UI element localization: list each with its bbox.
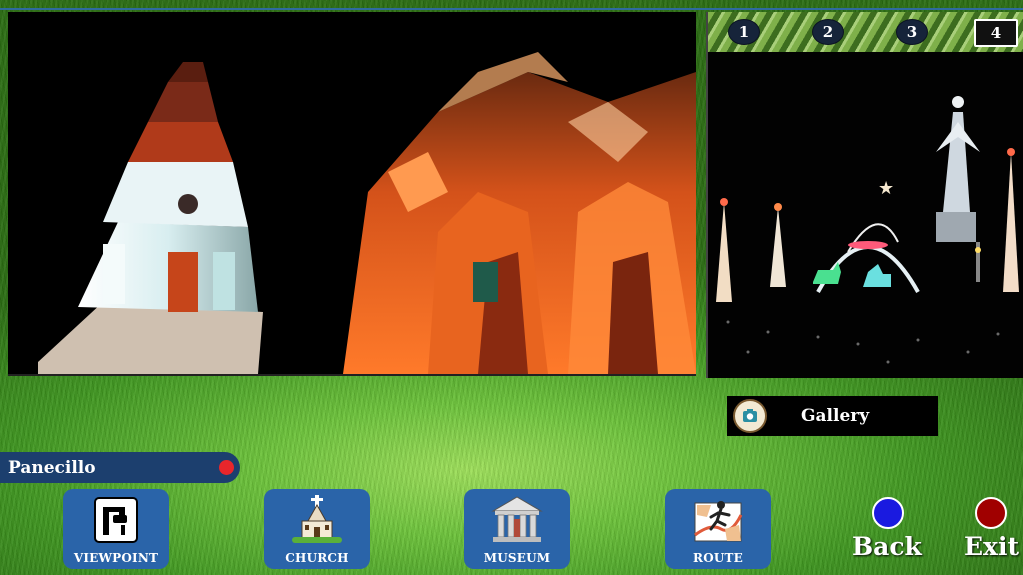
gallery-button[interactable]: Gallery	[727, 396, 938, 436]
route-button[interactable]: ROUTE	[665, 489, 771, 569]
location-label-bar: Panecillo	[0, 452, 240, 483]
top-border	[0, 8, 1023, 10]
museum-label: MUSEUM	[483, 551, 551, 565]
church-button[interactable]: CHURCH	[264, 489, 370, 569]
location-marker-icon	[219, 460, 234, 475]
location-name: Panecillo	[8, 457, 96, 478]
church-icon	[292, 495, 342, 543]
museum-button[interactable]: MUSEUM	[464, 489, 570, 569]
back-button-icon[interactable]	[872, 497, 904, 529]
thumbnail-button-4[interactable]: 4	[974, 19, 1018, 47]
app-screen: 1 2 3 4 ★ Gallery Panecillo VIEWPOINT CH…	[0, 0, 1023, 575]
thumbnail-button-1[interactable]: 1	[728, 19, 760, 45]
gallery-icon	[733, 399, 767, 433]
main-video-view[interactable]	[8, 12, 696, 376]
route-label: ROUTE	[693, 551, 743, 565]
night-lights-preview-image[interactable]: ★	[708, 52, 1023, 378]
church-label: CHURCH	[285, 551, 349, 565]
night-church-image	[8, 12, 696, 374]
exit-button-label[interactable]: Exit	[964, 532, 1019, 561]
viewpoint-button[interactable]: VIEWPOINT	[63, 489, 169, 569]
exit-button-icon[interactable]	[975, 497, 1007, 529]
viewpoint-label: VIEWPOINT	[73, 551, 159, 565]
thumbnail-strip: 1 2 3 4	[708, 12, 1023, 52]
gallery-label: Gallery	[801, 406, 870, 426]
thumbnail-button-2[interactable]: 2	[812, 19, 844, 45]
museum-icon	[491, 496, 543, 542]
route-icon	[694, 501, 743, 542]
svg-text:★: ★	[878, 178, 894, 199]
viewpoint-icon	[94, 497, 138, 543]
side-preview-panel: 1 2 3 4 ★	[706, 12, 1023, 378]
back-button-label[interactable]: Back	[852, 532, 922, 561]
thumbnail-button-3[interactable]: 3	[896, 19, 928, 45]
